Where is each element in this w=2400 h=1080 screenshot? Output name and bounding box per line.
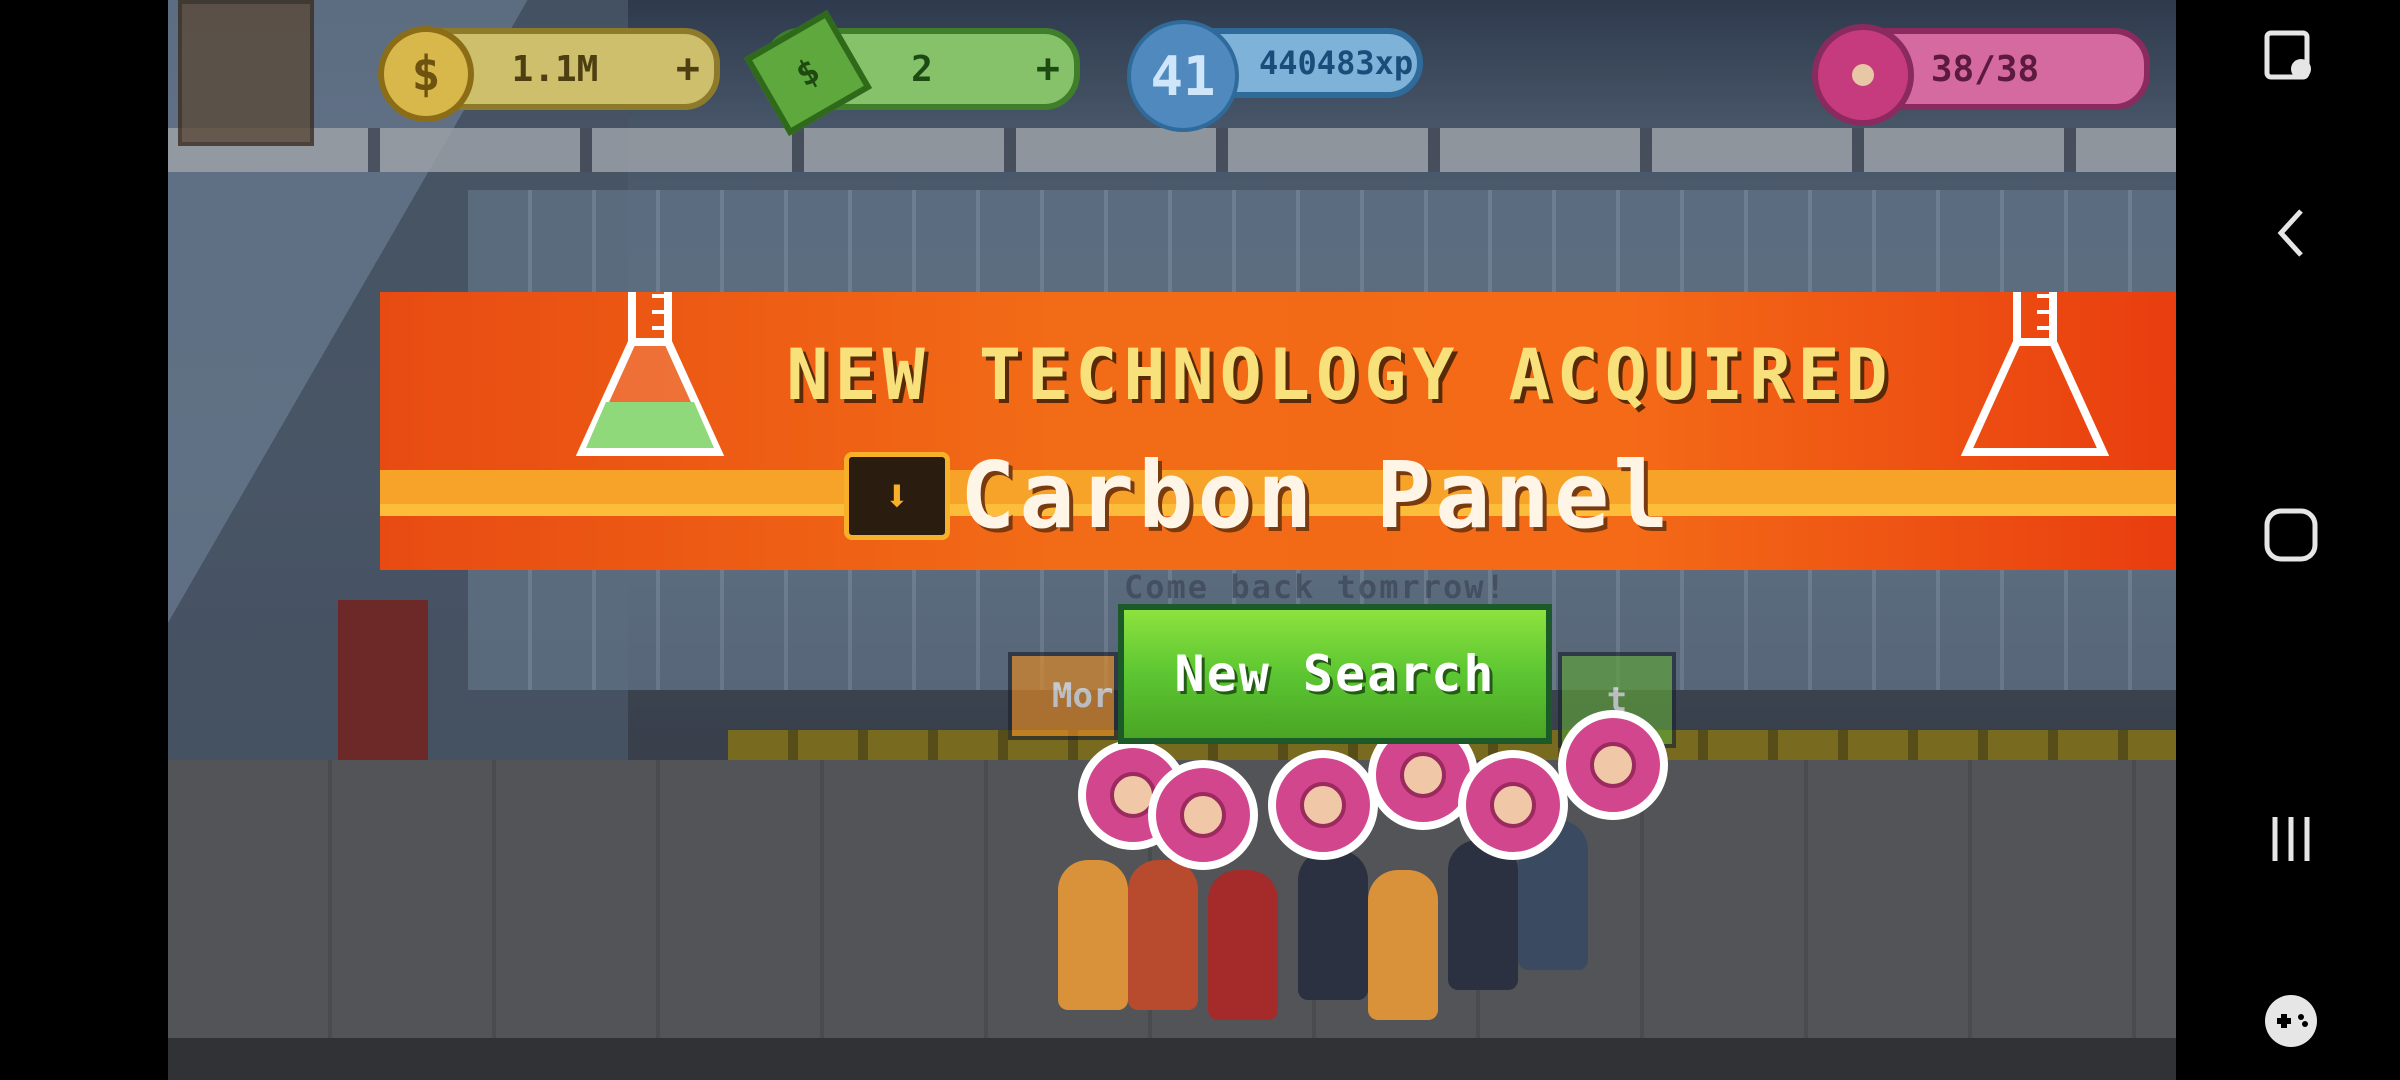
add-coins-icon[interactable]: + [676,46,700,92]
donut-bubble-icon [1458,750,1568,860]
screen-capture-icon[interactable] [2256,22,2326,92]
donut-counter[interactable]: 38/38 [1812,24,2150,126]
add-cash-icon[interactable]: + [1036,46,1060,92]
new-search-button[interactable]: New Search [1118,604,1552,744]
worker-character [1208,870,1278,1020]
coin-icon: $ [378,26,474,122]
game-tools-icon[interactable] [2256,986,2326,1056]
profile-avatar[interactable] [178,0,314,146]
donut-value: 38/38 [1930,48,2040,90]
donut-bubble-icon [1558,710,1668,820]
banner-title: NEW TECHNOLOGY ACQUIRED [786,334,1894,416]
cash-value: 2 [911,48,933,90]
home-icon[interactable] [2256,500,2326,570]
back-icon[interactable] [2256,198,2326,268]
worker-crowd [1038,700,1718,1040]
donut-bubble-icon [1148,760,1258,870]
level-badge-icon: 41 [1127,20,1239,132]
worker-character [1058,860,1128,1010]
xp-counter[interactable]: 41 440483xp [1127,20,1423,132]
android-nav-bar [2178,0,2400,1080]
worker-character [1448,840,1518,990]
come-back-text: Come back tomrrow! [1124,568,1507,606]
cash-counter[interactable]: $ 2 + [743,10,1080,136]
level-value: 41 [1150,44,1216,108]
xp-value: 440483xp [1259,44,1414,82]
donut-icon [1812,24,1914,126]
worker-character [1368,870,1438,1020]
carbon-panel-icon: ⬇ [844,452,950,540]
donut-bubble-icon [1268,750,1378,860]
coins-value: 1.1M [511,48,599,90]
worker-character [1128,860,1198,1010]
technology-banner: NEW TECHNOLOGY ACQUIRED ⬇ Carbon Panel [380,292,2176,570]
game-screen: $ 1.1M + $ 2 + 41 440483xp 38/38 Come ba… [168,0,2176,1080]
recent-apps-icon[interactable] [2256,804,2326,874]
technology-name: Carbon Panel [960,442,1673,549]
coins-counter[interactable]: $ 1.1M + [378,26,720,122]
worker-character [1298,850,1368,1000]
